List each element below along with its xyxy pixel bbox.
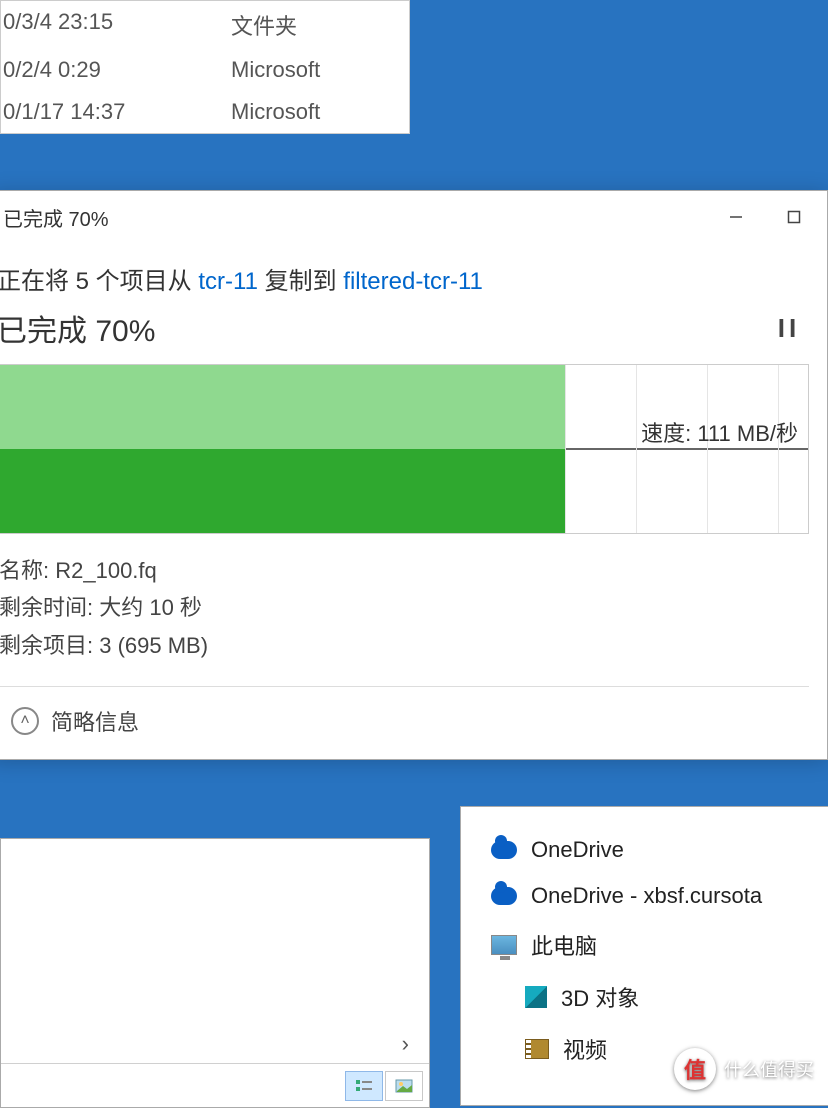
- explorer-window-left: ›: [0, 838, 430, 1108]
- file-date: 0/2/4 0:29: [1, 57, 231, 83]
- file-type: Microsoft: [231, 57, 409, 83]
- chart-fill-light: [0, 365, 565, 449]
- speed-label: 速度: 111 MB/秒: [637, 414, 802, 450]
- name-label: 名称:: [0, 558, 55, 583]
- nav-label: 此电脑: [531, 929, 597, 961]
- copy-description: 正在将 5 个项目从 tcr-11 复制到 filtered-tcr-11: [0, 261, 809, 296]
- file-type: Microsoft: [231, 99, 409, 125]
- scroll-right-button[interactable]: ›: [402, 1031, 409, 1057]
- dialog-title: 已完成 70%: [3, 203, 707, 232]
- watermark: 值 什么值得买: [674, 1048, 814, 1090]
- pause-button[interactable]: II: [769, 308, 809, 348]
- details-view-button[interactable]: [345, 1071, 383, 1101]
- watermark-icon: 值: [674, 1048, 716, 1090]
- background-explorer-window: 0/3/4 23:15 文件夹 0/2/4 0:29 Microsoft 0/1…: [0, 0, 410, 134]
- name-value: R2_100.fq: [55, 558, 157, 583]
- nav-label: OneDrive: [531, 837, 624, 863]
- file-type: 文件夹: [231, 9, 409, 41]
- time-value: 大约 10 秒: [99, 595, 202, 620]
- dialog-titlebar[interactable]: 已完成 70%: [0, 191, 827, 243]
- less-info-toggle[interactable]: ˄ 简略信息: [0, 687, 809, 759]
- copy-mid: 复制到: [258, 268, 343, 295]
- watermark-text: 什么值得买: [724, 1056, 814, 1082]
- time-label: 剩余时间:: [0, 595, 99, 620]
- thumbnails-view-button[interactable]: [385, 1071, 423, 1101]
- file-row[interactable]: 0/1/17 14:37 Microsoft: [1, 91, 409, 133]
- speed-chart[interactable]: 速度: 111 MB/秒: [0, 364, 809, 534]
- copy-progress-dialog: 已完成 70% 正在将 5 个项目从 tcr-11 复制到 filtered-t…: [0, 190, 828, 760]
- statusbar: [1, 1063, 429, 1107]
- cloud-icon: [491, 887, 517, 905]
- nav-3d-objects[interactable]: 3D 对象: [491, 971, 828, 1023]
- pc-icon: [491, 935, 517, 955]
- less-info-label: 简略信息: [51, 705, 139, 737]
- minimize-button[interactable]: [707, 197, 765, 237]
- copy-prefix: 正在将 5 个项目从: [0, 268, 198, 295]
- cube-icon: [525, 986, 547, 1008]
- detail-time: 剩余时间: 大约 10 秒: [0, 589, 809, 626]
- file-date: 0/3/4 23:15: [1, 9, 231, 41]
- percent-complete: 已完成 70%: [0, 306, 155, 350]
- dest-folder-link[interactable]: filtered-tcr-11: [343, 268, 483, 295]
- nav-this-pc[interactable]: 此电脑: [491, 919, 828, 971]
- nav-label: 视频: [563, 1033, 607, 1065]
- file-row[interactable]: 0/2/4 0:29 Microsoft: [1, 49, 409, 91]
- detail-name: 名称: R2_100.fq: [0, 552, 809, 589]
- chevron-up-icon: ˄: [11, 707, 39, 735]
- items-value: 3 (695 MB): [99, 633, 208, 658]
- source-folder-link[interactable]: tcr-11: [198, 268, 258, 295]
- detail-items: 剩余项目: 3 (695 MB): [0, 627, 809, 664]
- nav-onedrive[interactable]: OneDrive: [491, 827, 828, 873]
- file-date: 0/1/17 14:37: [1, 99, 231, 125]
- copy-details: 名称: R2_100.fq 剩余时间: 大约 10 秒 剩余项目: 3 (695…: [0, 552, 809, 664]
- nav-label: OneDrive - xbsf.cursota: [531, 883, 762, 909]
- items-label: 剩余项目:: [0, 633, 99, 658]
- cloud-icon: [491, 841, 517, 859]
- video-icon: [525, 1039, 549, 1059]
- nav-onedrive-org[interactable]: OneDrive - xbsf.cursota: [491, 873, 828, 919]
- file-row[interactable]: 0/3/4 23:15 文件夹: [1, 1, 409, 49]
- maximize-button[interactable]: [765, 197, 823, 237]
- nav-label: 3D 对象: [561, 981, 639, 1013]
- chart-fill-dark: [0, 449, 565, 533]
